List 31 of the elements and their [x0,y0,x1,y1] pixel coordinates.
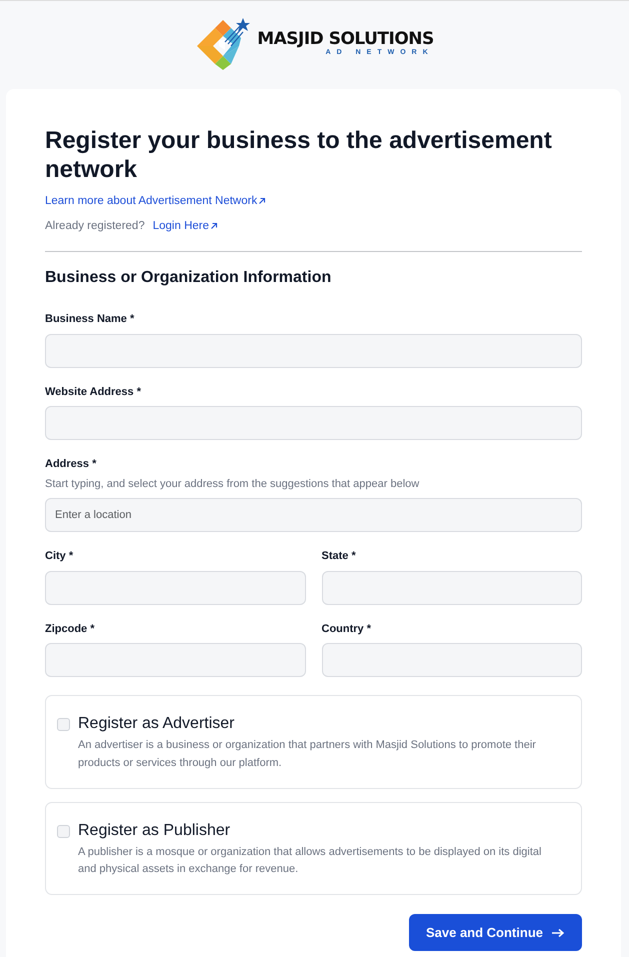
login-link[interactable]: Login Here [152,218,218,236]
learn-more-link[interactable]: Learn more about Advertisement Network [45,192,266,210]
save-continue-button[interactable]: Save and Continue [408,914,582,952]
option-description: A publisher is a mosque or organization that allows advertisements to be displayed on its digital and physical assets in exchange for revenue. [78,844,542,877]
option-description: An advertiser is a business or organization that partners with Masjid Solutions to promote their products or services through our platform. [78,738,537,771]
login-prompt: Already registered? [45,218,145,234]
input-field[interactable] [45,406,582,440]
checkbox[interactable] [57,824,70,838]
arrow-right-icon [551,928,565,938]
option-title: Register as Advertiser [78,714,236,734]
option-title: Register as Publisher [78,820,232,840]
page-heading: Register your business to the advertisement network [45,127,553,185]
external-link-icon [258,196,266,205]
section-title: Business or Organization Information [45,268,332,288]
external-link-icon [210,222,218,230]
field-label: Country * [322,622,372,637]
input-field[interactable] [45,570,306,605]
field-label: Website Address * [45,384,142,400]
input-field[interactable] [45,643,306,678]
field-hint: Start typing, and select your address from the suggestions that appear below [45,476,420,492]
field-label: Business Name * [45,312,136,328]
field-label: City * [45,549,74,564]
logo-name: MASJID SOLUTIONS [257,31,434,48]
field-label: Zipcode * [45,622,96,637]
field-label: State * [322,549,357,564]
input-field[interactable] [322,570,582,605]
input-field[interactable] [322,643,582,678]
checkbox[interactable] [57,718,70,732]
input-field[interactable] [45,334,582,368]
input-field[interactable]: Enter a location [45,498,582,532]
field-label: Address * [45,457,98,472]
